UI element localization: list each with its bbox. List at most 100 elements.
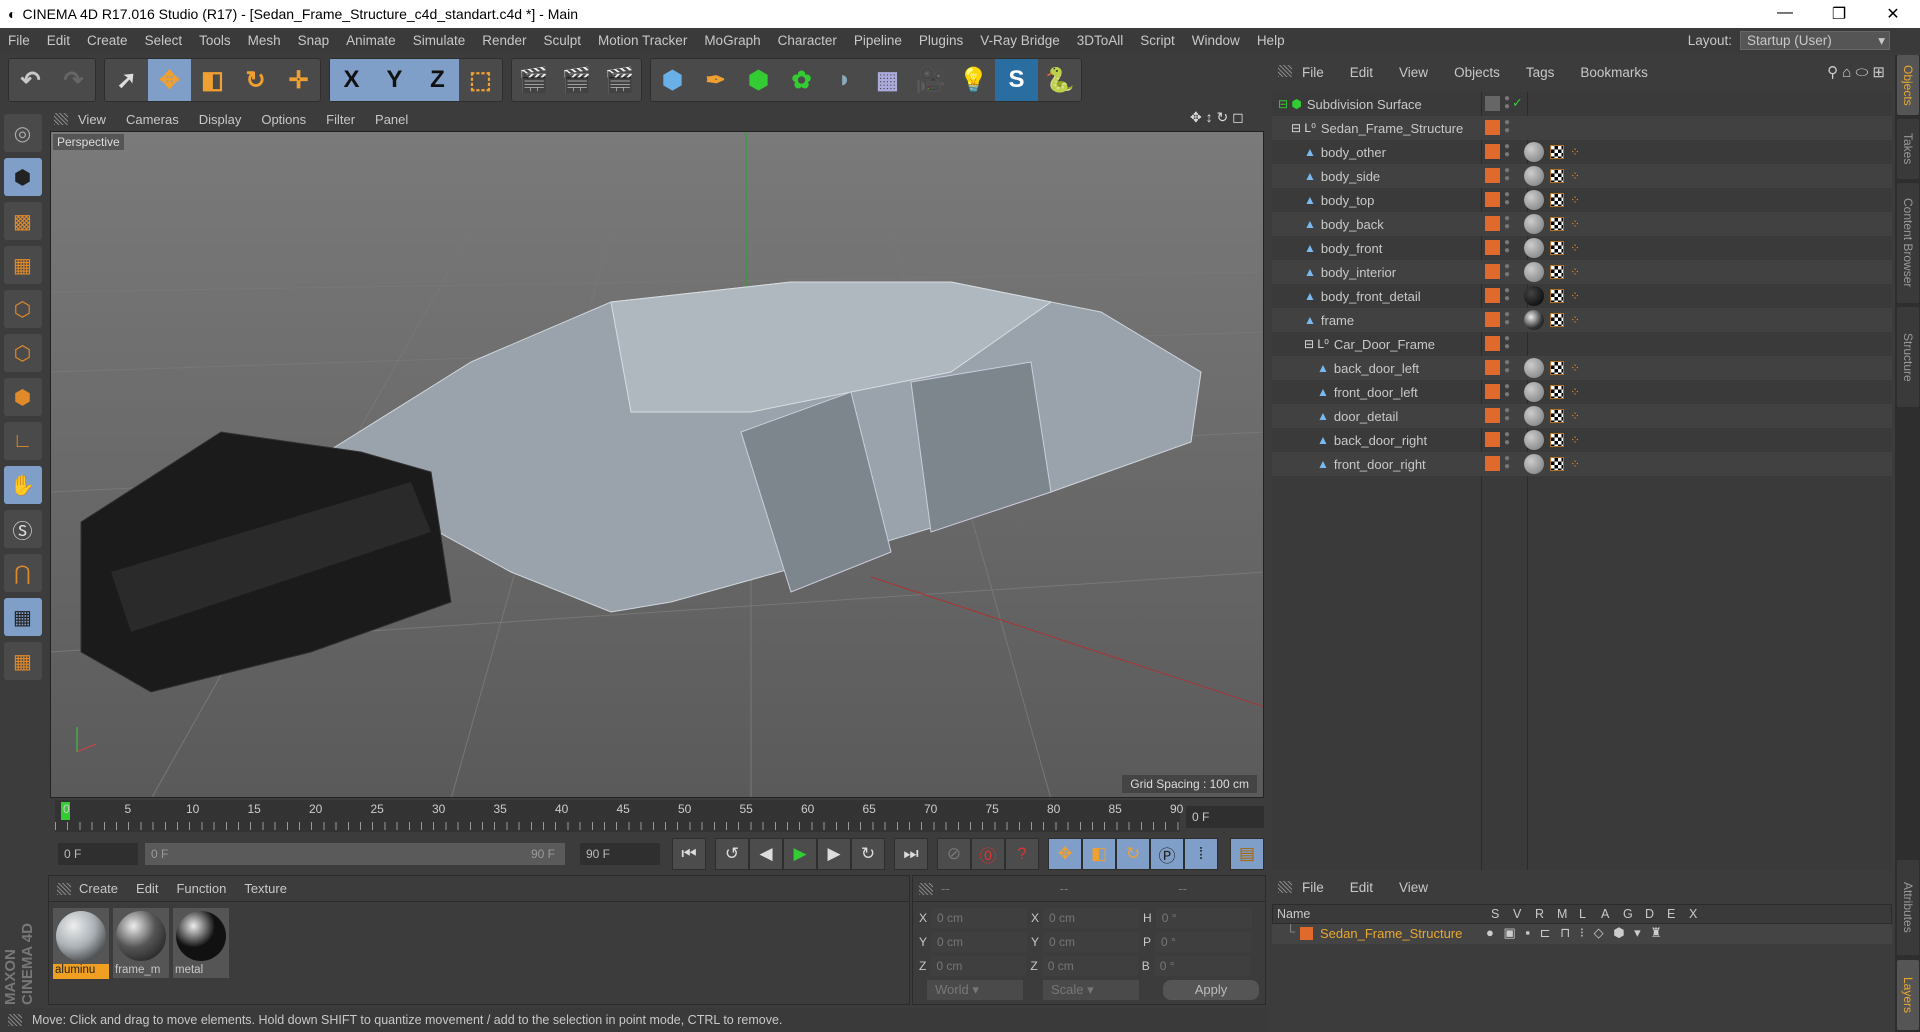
material-tag-icon[interactable] bbox=[1524, 406, 1544, 426]
texture-tag-icon[interactable] bbox=[1550, 313, 1564, 327]
texture-tag-icon[interactable] bbox=[1550, 385, 1564, 399]
layer-toggle-icons[interactable]: ● ▣ ▪ ⊏ ⊓ ⁝ ◇ ⬢ ▾ ♜ bbox=[1486, 925, 1665, 941]
edges-mode-icon[interactable]: ⬡ bbox=[3, 334, 42, 372]
menu-file[interactable]: File bbox=[8, 33, 30, 48]
object-name[interactable]: body_interior bbox=[1321, 265, 1396, 280]
material-tag-icon[interactable] bbox=[1524, 382, 1544, 402]
texture-mode-icon[interactable]: ▩ bbox=[3, 202, 42, 240]
texture-tag-icon[interactable] bbox=[1550, 409, 1564, 423]
layer-column-header[interactable]: G bbox=[1623, 907, 1633, 921]
position-field[interactable]: 0 cm bbox=[931, 932, 1028, 952]
menu-create[interactable]: Create bbox=[87, 33, 128, 48]
material-tag-icon[interactable] bbox=[1524, 358, 1544, 378]
minimize-button[interactable]: — bbox=[1758, 4, 1812, 24]
side-tab-objects[interactable]: Objects bbox=[1897, 55, 1919, 115]
y-axis-button[interactable]: Y bbox=[373, 59, 416, 101]
size-mode-select[interactable]: Scale ▾ bbox=[1043, 980, 1139, 1000]
layer-column-header[interactable]: D bbox=[1645, 907, 1654, 921]
timeline-ruler[interactable]: 0 5 10 15 20 25 30 35 40 45 50 55 60 65 70 75 80 85 90 bbox=[55, 800, 1183, 832]
axis-icon[interactable]: ∟ bbox=[3, 422, 42, 460]
layer-menu-edit[interactable]: Edit bbox=[1350, 880, 1373, 895]
tweak-icon[interactable]: ✋ bbox=[3, 466, 42, 504]
object-row[interactable]: ⊟ L⁰ Sedan_Frame_Structure ● ● bbox=[1272, 116, 1892, 140]
rotation-field[interactable]: 0 ° bbox=[1155, 932, 1252, 952]
layer-color-icon[interactable] bbox=[1485, 144, 1500, 159]
layer-menu-file[interactable]: File bbox=[1302, 880, 1324, 895]
timeline-button[interactable]: ▤ bbox=[1230, 838, 1264, 870]
apply-button[interactable]: Apply bbox=[1163, 980, 1259, 1000]
floor-icon[interactable]: ▦ bbox=[866, 59, 909, 101]
render-view-button[interactable]: 🎬 bbox=[512, 59, 555, 101]
layer-column-header[interactable]: X bbox=[1689, 907, 1697, 921]
material-tag-icon[interactable] bbox=[1524, 310, 1544, 330]
material-tag-icon[interactable] bbox=[1524, 286, 1544, 306]
layer-color-icon[interactable] bbox=[1485, 360, 1500, 375]
live-selection-button[interactable]: ✛ bbox=[277, 59, 320, 101]
maximize-button[interactable]: ❐ bbox=[1812, 4, 1866, 24]
object-name[interactable]: frame bbox=[1321, 313, 1354, 328]
texture-tag-icon[interactable] bbox=[1550, 145, 1564, 159]
phong-tag-icon[interactable]: ⁘ bbox=[1570, 385, 1580, 399]
z-axis-button[interactable]: Z bbox=[416, 59, 459, 101]
viewport-menu-display[interactable]: Display bbox=[199, 112, 242, 127]
object-name[interactable]: body_front_detail bbox=[1321, 289, 1421, 304]
visibility-dots-icon[interactable]: ● ● bbox=[1504, 286, 1510, 304]
object-row[interactable]: ▲ body_back ● ● ⁘ bbox=[1272, 212, 1892, 236]
menu-animate[interactable]: Animate bbox=[346, 33, 396, 48]
layout-select[interactable]: Startup (User) ▾ bbox=[1740, 31, 1890, 50]
light-icon[interactable]: 💡 bbox=[952, 59, 995, 101]
object-name[interactable]: front_door_right bbox=[1334, 457, 1426, 472]
visibility-dots-icon[interactable]: ● ● bbox=[1504, 334, 1510, 352]
side-tab-structure[interactable]: Structure bbox=[1897, 307, 1919, 407]
menu-edit[interactable]: Edit bbox=[47, 33, 70, 48]
layer-column-header[interactable]: R bbox=[1535, 907, 1544, 921]
object-name[interactable]: body_top bbox=[1321, 193, 1375, 208]
om-menu-file[interactable]: File bbox=[1302, 65, 1324, 80]
object-name[interactable]: body_other bbox=[1321, 145, 1386, 160]
viewport-menu-panel[interactable]: Panel bbox=[375, 112, 408, 127]
viewport-menu-cameras[interactable]: Cameras bbox=[126, 112, 179, 127]
texture-tag-icon[interactable] bbox=[1550, 241, 1564, 255]
side-tab-attributes[interactable]: Attributes bbox=[1897, 860, 1919, 955]
redo-button[interactable]: ↷ bbox=[52, 59, 95, 101]
go-to-start-button[interactable]: ⏮ bbox=[672, 838, 706, 870]
magnet-icon[interactable]: ⋂ bbox=[3, 554, 42, 592]
object-row[interactable]: ▲ body_front_detail ● ● ⁘ bbox=[1272, 284, 1892, 308]
texture-tag-icon[interactable] bbox=[1550, 289, 1564, 303]
size-field[interactable]: 0 cm bbox=[1043, 908, 1140, 928]
next-frame-button[interactable]: ▶ bbox=[817, 838, 851, 870]
key-rotation-button[interactable]: ↻ bbox=[1116, 838, 1150, 870]
make-editable-icon[interactable]: ◎ bbox=[3, 114, 42, 152]
om-menu-view[interactable]: View bbox=[1399, 65, 1428, 80]
menu-help[interactable]: Help bbox=[1257, 33, 1285, 48]
rotation-field[interactable]: 0 ° bbox=[1153, 956, 1250, 976]
object-name[interactable]: Sedan_Frame_Structure bbox=[1321, 121, 1463, 136]
texture-tag-icon[interactable] bbox=[1550, 361, 1564, 375]
visibility-dots-icon[interactable]: ● ● bbox=[1504, 454, 1510, 472]
object-row[interactable]: ▲ front_door_right ● ● ⁘ bbox=[1272, 452, 1892, 476]
scale-tool-button[interactable]: ◧ bbox=[191, 59, 234, 101]
object-row[interactable]: ▲ front_door_left ● ● ⁘ bbox=[1272, 380, 1892, 404]
phong-tag-icon[interactable]: ⁘ bbox=[1570, 265, 1580, 279]
previous-frame-button[interactable]: ◀ bbox=[749, 838, 783, 870]
previous-key-button[interactable]: ↺ bbox=[715, 838, 749, 870]
deformer-icon[interactable]: ◗ bbox=[823, 59, 866, 101]
om-menu-tags[interactable]: Tags bbox=[1526, 65, 1555, 80]
material-swatch[interactable]: metal bbox=[173, 908, 229, 978]
object-row[interactable]: ▲ body_side ● ● ⁘ bbox=[1272, 164, 1892, 188]
cube-icon[interactable]: ⬢ bbox=[651, 59, 694, 101]
coordinate-system-button[interactable]: ⬚ bbox=[459, 59, 502, 101]
side-tab-layers[interactable]: Layers bbox=[1897, 960, 1919, 1030]
array-icon[interactable]: ✿ bbox=[780, 59, 823, 101]
workplane-lock-icon[interactable]: ▦ bbox=[3, 642, 42, 680]
menu-mesh[interactable]: Mesh bbox=[248, 33, 281, 48]
subdivision-icon[interactable]: ⬢ bbox=[737, 59, 780, 101]
menu-mograph[interactable]: MoGraph bbox=[704, 33, 760, 48]
material-tag-icon[interactable] bbox=[1524, 166, 1544, 186]
object-row[interactable]: ▲ body_front ● ● ⁘ bbox=[1272, 236, 1892, 260]
material-tag-icon[interactable] bbox=[1524, 454, 1544, 474]
play-button[interactable]: ▶ bbox=[783, 838, 817, 870]
object-name[interactable]: body_front bbox=[1321, 241, 1382, 256]
position-field[interactable]: 0 cm bbox=[931, 908, 1028, 928]
undo-button[interactable]: ↶ bbox=[9, 59, 52, 101]
